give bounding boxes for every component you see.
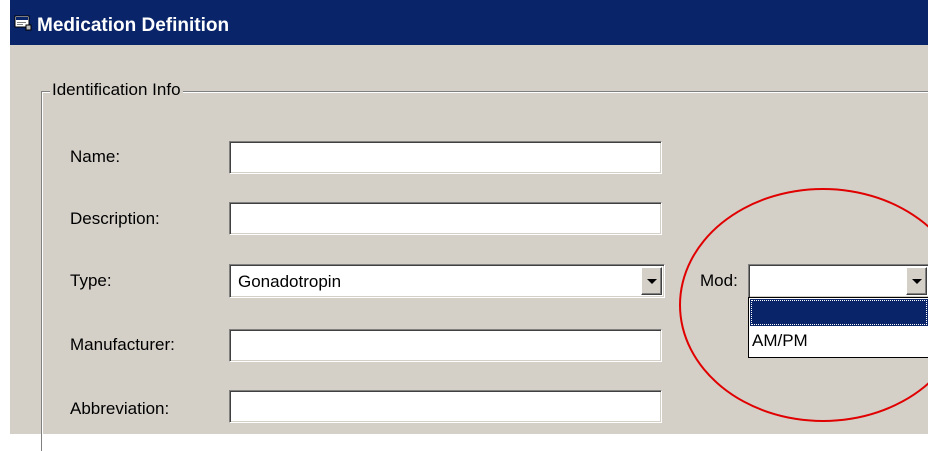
abbreviation-label: Abbreviation: [70, 399, 170, 418]
mod-dropdown-list: AM/PM [748, 297, 928, 358]
mod-option-blank[interactable] [750, 299, 928, 326]
mod-label: Mod: [700, 271, 738, 290]
type-dropdown-button[interactable] [641, 267, 662, 295]
chevron-down-icon [647, 279, 657, 284]
manufacturer-field[interactable] [229, 329, 662, 362]
abbreviation-field[interactable] [229, 390, 662, 423]
name-label: Name: [70, 147, 121, 166]
manufacturer-label: Manufacturer: [70, 335, 175, 354]
type-label: Type: [70, 271, 112, 290]
description-label: Description: [70, 209, 160, 228]
window-title: Medication Definition [37, 15, 230, 36]
group-label: Identification Info [50, 79, 183, 101]
mod-select[interactable] [748, 264, 928, 298]
name-field[interactable] [229, 141, 662, 174]
medication-definition-icon [14, 15, 32, 31]
medication-definition-window: Medication Definition Identification Inf… [10, 0, 928, 451]
type-selected-value: Gonadotropin [238, 272, 342, 291]
type-select[interactable]: Gonadotropin [229, 264, 665, 298]
chevron-down-icon [912, 279, 922, 284]
mod-option-am-pm[interactable]: AM/PM [752, 330, 808, 352]
description-field[interactable] [229, 202, 662, 235]
title-bar[interactable]: Medication Definition [10, 0, 928, 45]
mod-dropdown-button[interactable] [906, 267, 927, 295]
